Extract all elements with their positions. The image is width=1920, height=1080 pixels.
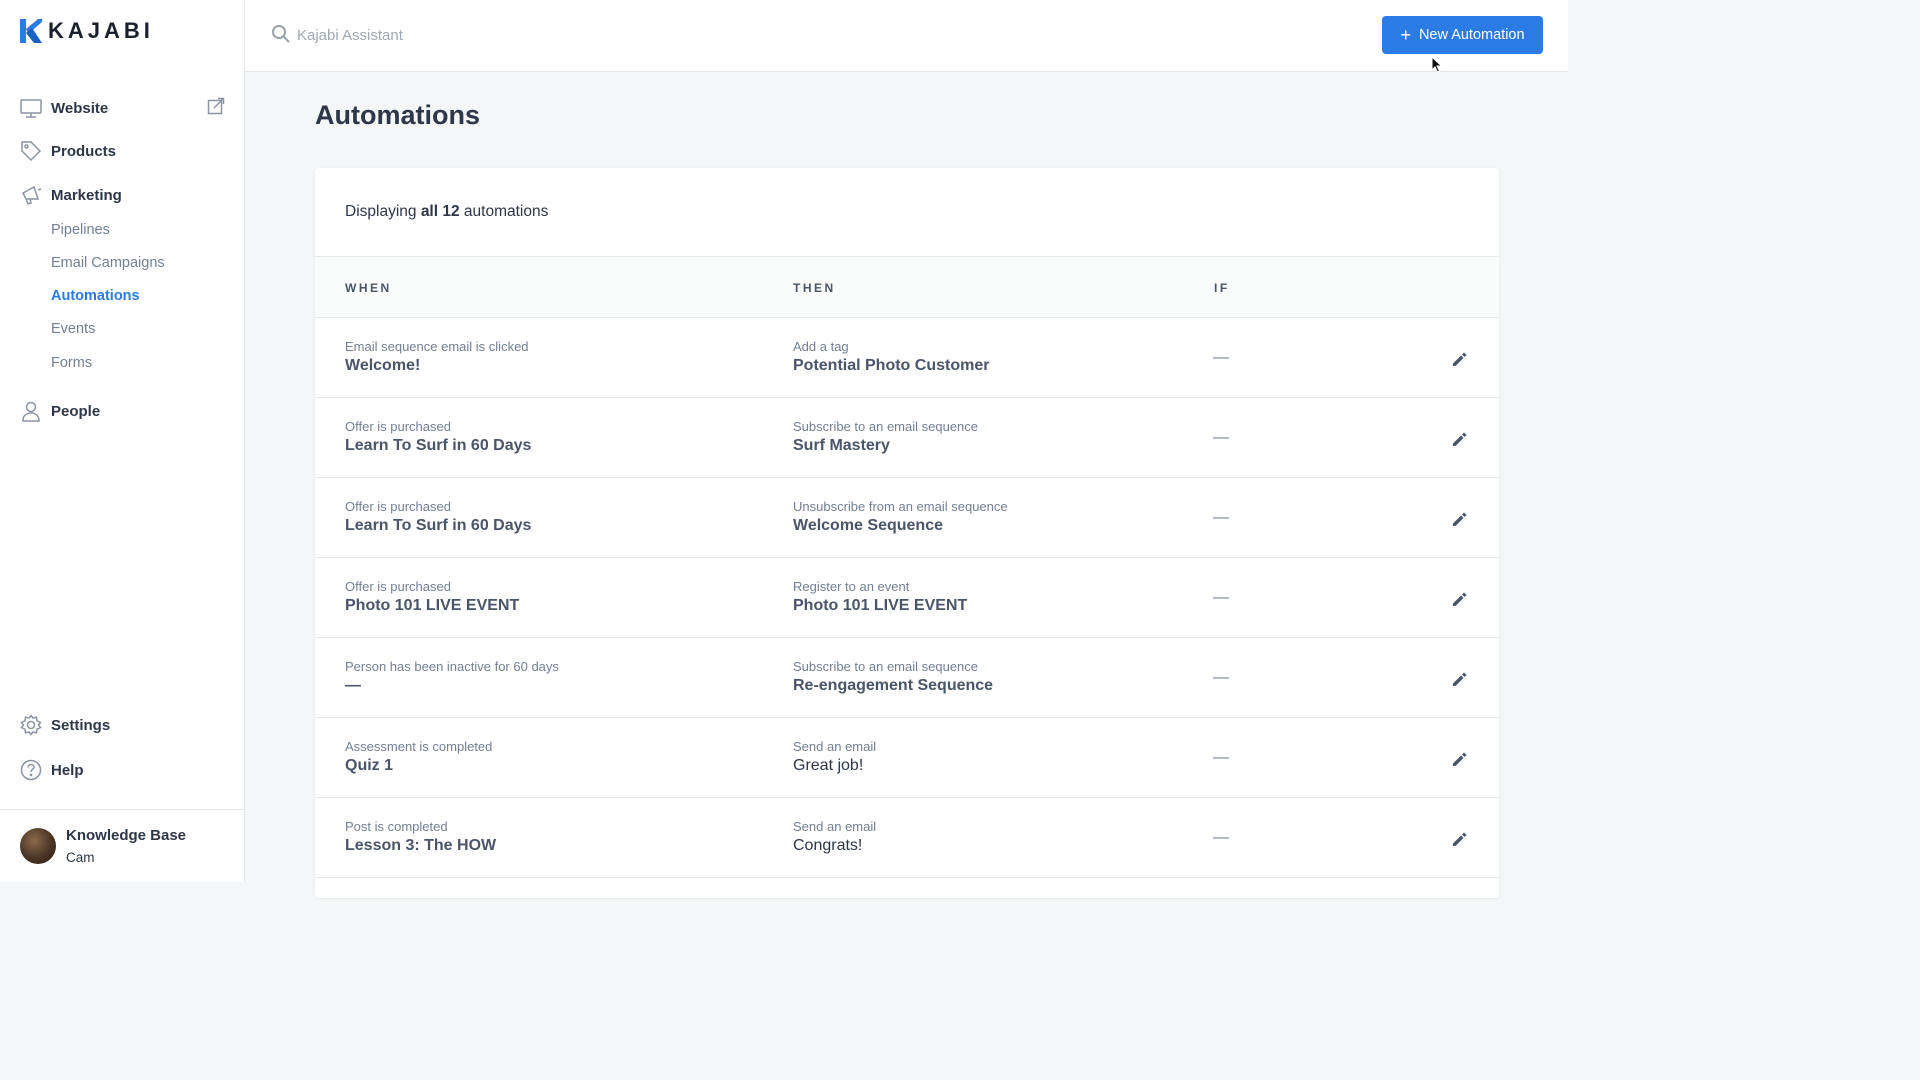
- if-condition: —: [1213, 349, 1229, 366]
- search-icon: [272, 25, 290, 43]
- sidebar-subitem-email-campaigns[interactable]: Email Campaigns: [51, 255, 165, 271]
- sidebar-item-people[interactable]: People: [20, 398, 225, 424]
- if-condition: —: [1213, 509, 1229, 526]
- then-target: Great job!: [793, 757, 864, 774]
- user-menu[interactable]: Knowledge Base Cam: [0, 809, 244, 882]
- when-target: —: [345, 677, 361, 694]
- sidebar-item-label: Website: [51, 99, 109, 117]
- automation-count-summary: Displaying all 12 automations: [345, 203, 549, 220]
- kajabi-k-icon: [20, 19, 42, 43]
- edit-icon[interactable]: [1450, 830, 1468, 848]
- sidebar-subitem-events[interactable]: Events: [51, 321, 95, 337]
- if-condition: —: [1213, 589, 1229, 606]
- sidebar-item-label: Settings: [51, 716, 111, 734]
- sidebar: KAJABI Website Products Marketing Pipeli…: [0, 0, 245, 882]
- monitor-icon: [20, 97, 42, 119]
- then-action: Register to an event: [793, 579, 910, 594]
- sidebar-item-settings[interactable]: Settings: [20, 712, 225, 738]
- edit-icon[interactable]: [1450, 670, 1468, 688]
- then-action: Subscribe to an email sequence: [793, 419, 979, 434]
- edit-icon[interactable]: [1450, 510, 1468, 528]
- if-condition: —: [1213, 429, 1229, 446]
- when-trigger: Post is completed: [345, 819, 448, 834]
- column-header-when: WHEN: [345, 281, 392, 295]
- plus-icon: +: [1400, 25, 1411, 45]
- tag-icon: [20, 140, 42, 162]
- then-action: Send an email: [793, 739, 877, 754]
- kajabi-logo[interactable]: KAJABI: [20, 18, 154, 44]
- brand-name: KAJABI: [48, 18, 154, 43]
- when-trigger: Email sequence email is clicked: [345, 339, 529, 354]
- table-row[interactable]: Assessment is completed Quiz 1 Send an ema…: [315, 718, 1499, 798]
- sidebar-item-label: People: [51, 402, 101, 420]
- if-condition: —: [1213, 749, 1229, 766]
- then-target: Potential Photo Customer: [793, 357, 990, 374]
- mouse-cursor-icon: [1431, 56, 1443, 73]
- sidebar-subitem-forms[interactable]: Forms: [51, 355, 92, 371]
- edit-icon[interactable]: [1450, 590, 1468, 608]
- automation-count: all 12: [420, 203, 460, 220]
- then-target: Congrats!: [793, 837, 863, 854]
- table-row[interactable]: Offer is purchased Photo 101 LIVE EVENT Re…: [315, 558, 1499, 638]
- when-target: Lesson 3: The HOW: [345, 837, 497, 854]
- then-action: Add a tag: [793, 339, 849, 354]
- table-row[interactable]: Offer is purchased Learn To Surf in 60 Da…: [315, 398, 1499, 478]
- sidebar-item-help[interactable]: Help: [20, 757, 225, 783]
- table-row[interactable]: Person has been inactive for 60 days — Sub…: [315, 638, 1499, 718]
- sidebar-item-website[interactable]: Website: [20, 95, 225, 121]
- when-trigger: Assessment is completed: [345, 739, 493, 754]
- site-name: Knowledge Base: [66, 827, 187, 844]
- table-header: WHEN THEN IF: [315, 256, 1499, 318]
- table-row[interactable]: Email sequence email is clicked Welcome! A…: [315, 318, 1499, 398]
- when-trigger: Person has been inactive for 60 days: [345, 659, 559, 674]
- if-condition: —: [1213, 829, 1229, 846]
- when-trigger: Offer is purchased: [345, 499, 451, 514]
- sidebar-item-products[interactable]: Products: [20, 138, 225, 164]
- person-icon: [20, 400, 42, 422]
- sidebar-subitem-pipelines[interactable]: Pipelines: [51, 222, 110, 238]
- new-automation-label: New Automation: [1418, 27, 1525, 43]
- then-target: Re-engagement Sequence: [793, 677, 994, 694]
- avatar: [20, 828, 56, 864]
- then-action: Send an email: [793, 819, 877, 834]
- search-input[interactable]: [297, 22, 697, 48]
- sidebar-item-label: Products: [51, 142, 117, 160]
- edit-icon[interactable]: [1450, 350, 1468, 368]
- when-trigger: Offer is purchased: [345, 579, 451, 594]
- gear-icon: [20, 714, 42, 736]
- user-name: Cam: [66, 850, 95, 865]
- then-action: Subscribe to an email sequence: [793, 659, 979, 674]
- automations-card: Displaying all 12 automations WHEN THEN …: [315, 168, 1499, 898]
- if-condition: —: [1213, 669, 1229, 686]
- top-bar: + New Automation: [245, 0, 1568, 72]
- sidebar-item-marketing[interactable]: Marketing: [20, 182, 225, 208]
- external-link-icon[interactable]: [207, 97, 225, 115]
- then-target: Photo 101 LIVE EVENT: [793, 597, 968, 614]
- edit-icon[interactable]: [1450, 750, 1468, 768]
- when-trigger: Offer is purchased: [345, 419, 451, 434]
- column-header-then: THEN: [793, 281, 836, 295]
- when-target: Learn To Surf in 60 Days: [345, 437, 532, 454]
- sidebar-item-label: Marketing: [51, 186, 122, 204]
- when-target: Learn To Surf in 60 Days: [345, 517, 532, 534]
- then-action: Unsubscribe from an email sequence: [793, 499, 1008, 514]
- column-header-if: IF: [1214, 281, 1230, 295]
- table-row[interactable]: Post is completed Lesson 3: The HOW Send a…: [315, 798, 1499, 878]
- when-target: Photo 101 LIVE EVENT: [345, 597, 520, 614]
- then-target: Surf Mastery: [793, 437, 890, 454]
- sidebar-subitem-automations[interactable]: Automations: [51, 288, 140, 304]
- sidebar-item-label: Help: [51, 761, 84, 779]
- megaphone-icon: [20, 184, 42, 206]
- table-row[interactable]: Offer is purchased Learn To Surf in 60 Da…: [315, 478, 1499, 558]
- edit-icon[interactable]: [1450, 430, 1468, 448]
- new-automation-button[interactable]: + New Automation: [1382, 16, 1543, 54]
- when-target: Welcome!: [345, 357, 421, 374]
- page-title: Automations: [315, 100, 480, 130]
- then-target: Welcome Sequence: [793, 517, 943, 534]
- when-target: Quiz 1: [345, 757, 394, 774]
- help-icon: [20, 759, 42, 781]
